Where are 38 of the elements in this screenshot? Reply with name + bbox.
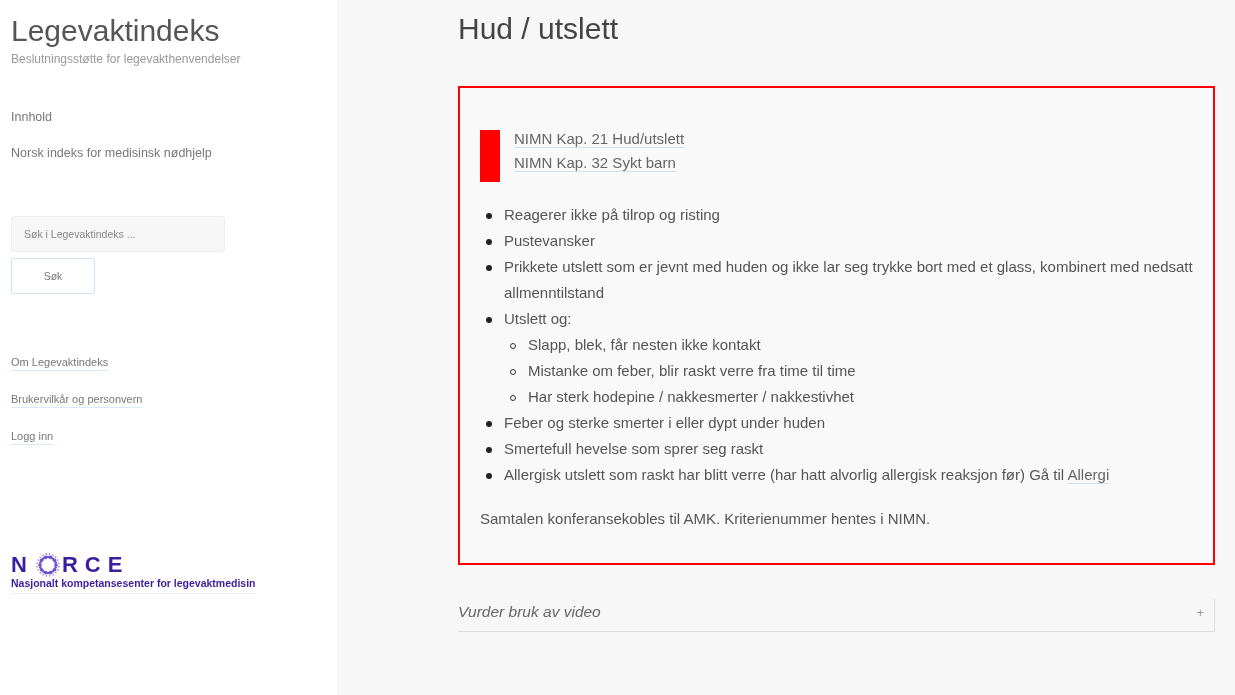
note-text: Samtalen konferansekobles til AMK. Kriterienummer hentes i NIMN. (480, 510, 932, 527)
criterion-text: Prikkete utslett som er jevnt med huden og ikke lar seg trykke bort med et glass, kombinert med nedsatt allmenntilstand (504, 258, 1193, 301)
bullet-icon (486, 447, 492, 453)
criterion-text: Slapp, blek, får nesten ikke kontakt (528, 336, 761, 353)
criterion-text: Pustevansker (504, 232, 595, 249)
criterion-text: Mistanke om feber, blir raskt verre fra time til time (528, 362, 856, 379)
logo-subtitle: Nasjonalt kompetansesenter for legevaktmedisin (11, 577, 256, 589)
bullet-icon (486, 265, 492, 271)
bullet-icon (486, 421, 492, 427)
sun-burst-icon (35, 553, 60, 577)
allergy-link[interactable]: Allergi (1067, 466, 1110, 484)
search-button[interactable]: Søk (11, 258, 95, 294)
page-title: Hud / utslett (458, 12, 619, 46)
criterion-text: Feber og sterke smerter i eller dypt under huden (504, 414, 825, 431)
accordion-title: Vurder bruk av video (458, 603, 601, 621)
nav-item[interactable]: Innhold (11, 110, 52, 124)
bullet-icon (486, 317, 492, 323)
reference-link[interactable]: NIMN Kap. 21 Hud/utslett (514, 130, 685, 148)
search-field[interactable]: Søk i Legevaktindeks ... (11, 216, 225, 252)
site-title: Legevaktindeks (11, 14, 220, 48)
expand-icon[interactable]: + (1196, 604, 1204, 620)
logo-text: N (11, 553, 34, 577)
bullet-icon (486, 239, 492, 245)
footer-link[interactable]: Logg inn (11, 430, 54, 445)
reference-link[interactable]: NIMN Kap. 32 Sykt barn (514, 154, 676, 172)
criterion-text: Smertefull hevelse som sprer seg raskt (504, 440, 764, 457)
criterion-text: Reagerer ikke på tilrop og risting (504, 206, 720, 223)
bullet-icon (486, 473, 492, 479)
criterion-text: Utslett og: (504, 310, 572, 327)
logo-text: RCE (61, 553, 130, 577)
footer-link[interactable]: Om Legevaktindeks (11, 356, 109, 371)
criterion-text: Har sterk hodepine / nakkesmerter / nakkestivhet (528, 388, 854, 405)
criterion-text: Allergisk utslett som raskt har blitt verre (har hatt alvorlig allergisk reaksjon før) Gå til Allergi (504, 466, 1110, 484)
nav-item[interactable]: Norsk indeks for medisinsk nødhjelp (11, 146, 212, 160)
site-tagline: Beslutningsstøtte for legevakthenvendelser (11, 52, 241, 66)
accordion-header[interactable]: Vurder bruk av video + (458, 599, 1215, 632)
footer-link[interactable]: Brukervilkår og personvern (11, 393, 143, 408)
bullet-icon (486, 213, 492, 219)
